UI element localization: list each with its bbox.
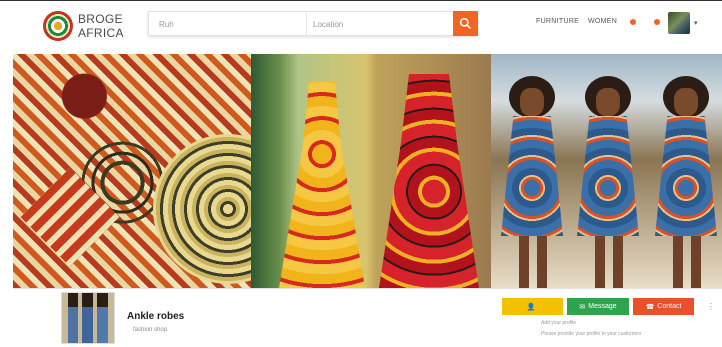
message-button[interactable]: ✉ Message	[567, 298, 629, 315]
message-label: Message	[588, 303, 617, 310]
banner-models-image	[491, 54, 722, 288]
model-figure	[651, 76, 721, 288]
info-text: Please provide your profile to your cust…	[541, 331, 642, 337]
search-bar: Ruh Location	[148, 11, 478, 36]
cart-icon[interactable]	[630, 19, 636, 25]
model-figure	[497, 76, 567, 288]
info-text: Add your profile	[541, 320, 577, 326]
cover-banner	[13, 54, 722, 288]
contact-button[interactable]: ☎ Contact	[633, 298, 694, 315]
nav-link-women[interactable]: WOMEN	[588, 18, 617, 25]
site-header: BROGE AFRICA Ruh Location FURNITURE WOME…	[0, 1, 722, 51]
follow-button[interactable]: 👤	[502, 298, 563, 315]
shop-name[interactable]: Ankle robes	[127, 311, 184, 322]
user-plus-icon: 👤	[526, 303, 536, 311]
chevron-down-icon[interactable]: ▾	[694, 19, 698, 27]
yellow-dress	[279, 82, 365, 288]
banner-fabric-image	[13, 54, 251, 288]
notification-icon[interactable]	[654, 19, 660, 25]
fabric-swirl	[153, 134, 251, 284]
shop-subtitle: fashion shop	[133, 327, 168, 333]
location-input[interactable]: Location	[307, 12, 477, 35]
message-icon: ✉	[579, 303, 586, 311]
red-dress	[379, 74, 479, 288]
avatar[interactable]	[668, 12, 690, 34]
nav-link-furniture[interactable]: FURNITURE	[536, 18, 579, 25]
brand-line-1: BROGE	[78, 12, 123, 26]
divider	[13, 288, 722, 289]
shop-thumbnail[interactable]	[61, 292, 115, 344]
search-icon	[459, 17, 471, 29]
more-options-icon[interactable]: ⋮	[707, 302, 715, 311]
search-input[interactable]: Ruh	[149, 12, 307, 35]
brand-name[interactable]: BROGE AFRICA	[78, 12, 138, 40]
phone-icon: ☎	[645, 303, 655, 311]
model-figure	[573, 76, 643, 288]
banner-dresses-image	[251, 54, 491, 288]
contact-label: Contact	[657, 303, 682, 310]
search-button[interactable]	[453, 11, 478, 36]
fabric-star	[20, 167, 120, 267]
logo-icon[interactable]	[43, 11, 73, 41]
brand-line-2: AFRICA	[78, 26, 124, 40]
